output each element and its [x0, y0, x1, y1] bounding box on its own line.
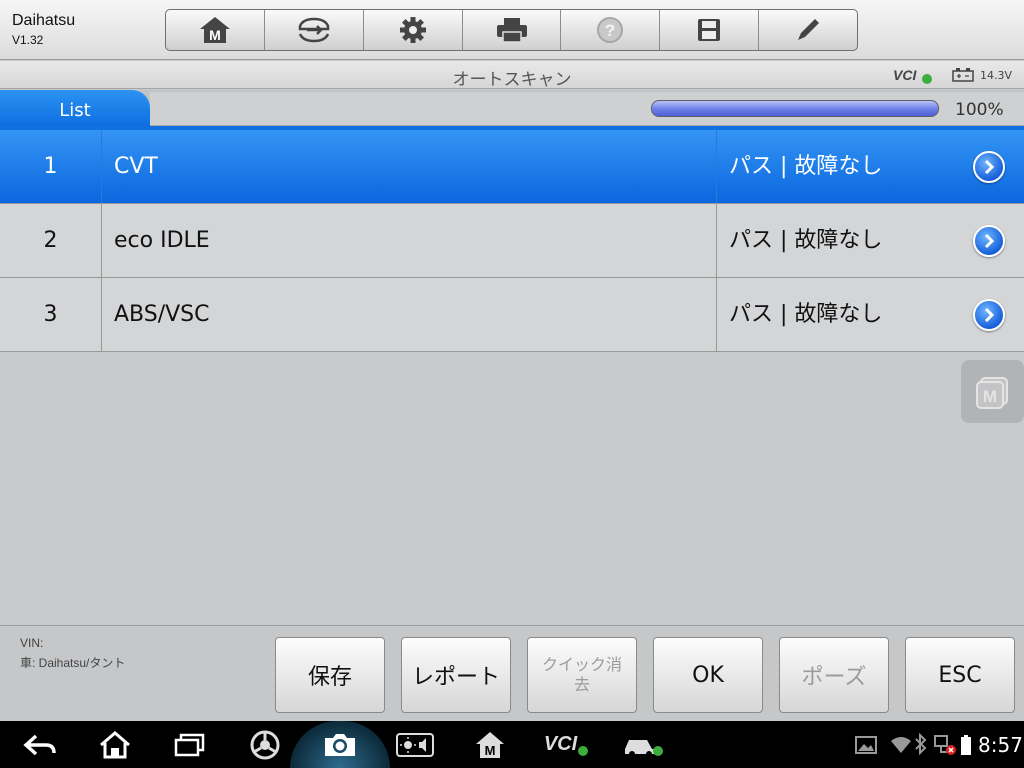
system-row[interactable]: 1 CVT パス | 故障なし: [0, 130, 1024, 204]
vin-label: VIN:: [20, 636, 44, 650]
system-row-number: 2: [0, 204, 102, 277]
back-button[interactable]: [20, 721, 60, 768]
action-bar: VIN: 車: Daihatsu/タント 保存 レポート クイック消去 OK ポ…: [0, 625, 1024, 721]
system-row-number: 1: [0, 130, 102, 203]
system-row[interactable]: 2 eco IDLE パス | 故障なし: [0, 204, 1024, 278]
row-detail-button[interactable]: [973, 151, 1005, 183]
scan-progress-label: 100%: [955, 100, 1004, 120]
maxi-home-button[interactable]: M: [470, 721, 510, 768]
save-data-button[interactable]: [660, 10, 760, 50]
recent-apps-icon: [174, 733, 205, 756]
row-detail-button[interactable]: [973, 299, 1005, 331]
maxi-logo-icon: M: [975, 376, 1008, 409]
chevron-right-icon: [984, 233, 995, 249]
home-button[interactable]: M: [166, 10, 265, 50]
printer-icon: [496, 18, 527, 43]
page-title: オートスキャン: [452, 70, 572, 90]
chrome-icon: [250, 730, 280, 759]
brightness-volume-icon: [396, 732, 434, 757]
camera-button[interactable]: [320, 721, 360, 768]
network-status-icon: [934, 735, 956, 755]
help-button[interactable]: ?: [561, 10, 661, 50]
brand-name: Daihatsu: [12, 12, 76, 29]
system-row-number: 3: [0, 278, 102, 351]
car-icon: [625, 739, 663, 757]
home-icon: M: [199, 17, 230, 43]
system-list: 1 CVT パス | 故障なし 2 eco IDLE パス | 故障なし 3 A…: [0, 130, 1024, 352]
android-home-button[interactable]: [95, 721, 135, 768]
vci-ok-icon: [578, 745, 589, 756]
print-button[interactable]: [463, 10, 562, 50]
vehicle-swap-button[interactable]: [265, 10, 364, 50]
wifi-icon: [891, 737, 911, 753]
tab-list[interactable]: List: [0, 90, 150, 128]
brand-block: Daihatsu V1.32: [12, 12, 75, 47]
svg-text:M: M: [209, 27, 221, 43]
app-version: V1.32: [12, 33, 44, 47]
vehicle-swap-icon: [298, 17, 330, 43]
pause-button[interactable]: ポーズ: [779, 637, 889, 713]
vehicle-label: 車: Daihatsu/タント: [20, 656, 126, 670]
display-settings-button[interactable]: [395, 721, 435, 768]
vci-connected-icon: [922, 74, 932, 84]
vci-manager-button[interactable]: VCI: [538, 721, 594, 768]
camera-icon: [325, 733, 355, 756]
system-row-name: eco IDLE: [114, 228, 210, 253]
system-row[interactable]: 3 ABS/VSC パス | 故障なし: [0, 278, 1024, 352]
battery-voltage: 14.3V: [980, 69, 1013, 82]
help-icon: ?: [597, 17, 624, 43]
row-detail-button[interactable]: [973, 225, 1005, 257]
scan-progress-bar: [651, 100, 939, 117]
pencil-icon: [798, 19, 820, 40]
gallery-notification-icon: [855, 736, 877, 754]
settings-button[interactable]: [364, 10, 463, 50]
back-icon: [23, 734, 56, 755]
floating-home-shortcut[interactable]: M: [961, 360, 1024, 423]
maxi-home-icon: M: [476, 731, 504, 758]
vci-label: VCI: [543, 733, 578, 755]
battery-icon: [952, 68, 974, 82]
app-header: Daihatsu V1.32 M ?: [0, 0, 1024, 60]
main-toolbar: M ?: [165, 9, 858, 51]
house-icon: [100, 730, 130, 758]
vci-status: VCI: [893, 67, 917, 83]
system-row-name: CVT: [114, 154, 158, 179]
scan-progress-fill: [652, 101, 938, 116]
svg-text:?: ?: [605, 21, 615, 40]
title-strip: オートスキャン VCI 14.3V: [0, 61, 1024, 90]
ok-button[interactable]: OK: [653, 637, 763, 713]
svg-text:M: M: [485, 743, 496, 758]
report-button[interactable]: レポート: [401, 637, 511, 713]
chevron-right-icon: [984, 159, 995, 175]
save-report-button[interactable]: 保存: [275, 637, 385, 713]
recent-apps-button[interactable]: [170, 721, 210, 768]
edit-button[interactable]: [759, 10, 857, 50]
quick-erase-button[interactable]: クイック消去: [527, 637, 637, 713]
bluetooth-icon: [915, 733, 927, 755]
svg-text:M: M: [982, 387, 996, 406]
vehicle-status-button[interactable]: [620, 721, 666, 768]
save-icon: [698, 19, 721, 41]
chevron-right-icon: [984, 307, 995, 323]
system-row-name: ABS/VSC: [114, 302, 210, 327]
battery-level-icon: [961, 735, 971, 755]
browser-button[interactable]: [245, 721, 285, 768]
system-clock: 8:57: [978, 733, 1023, 757]
gear-icon: [399, 17, 426, 43]
esc-button[interactable]: ESC: [905, 637, 1015, 713]
